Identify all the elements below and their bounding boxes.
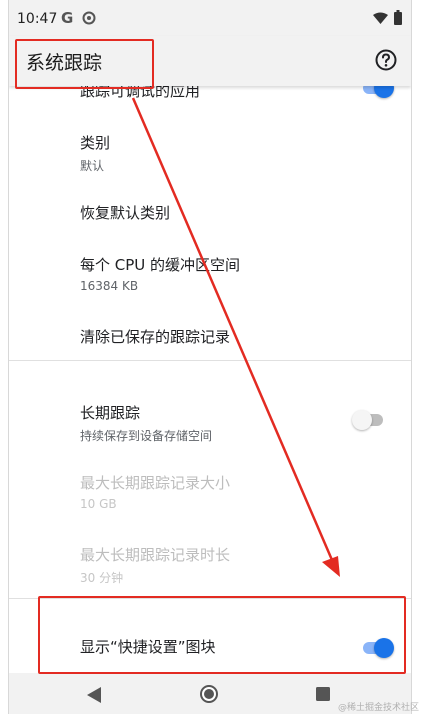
screenshot-frame: 跟踪可调试的应用 类别 默认 恢复默认类别 每个 CPU 的缓冲区空间 1638… <box>0 0 435 726</box>
title-highlight-box <box>15 39 154 89</box>
quick-settings-highlight-box <box>38 596 406 674</box>
